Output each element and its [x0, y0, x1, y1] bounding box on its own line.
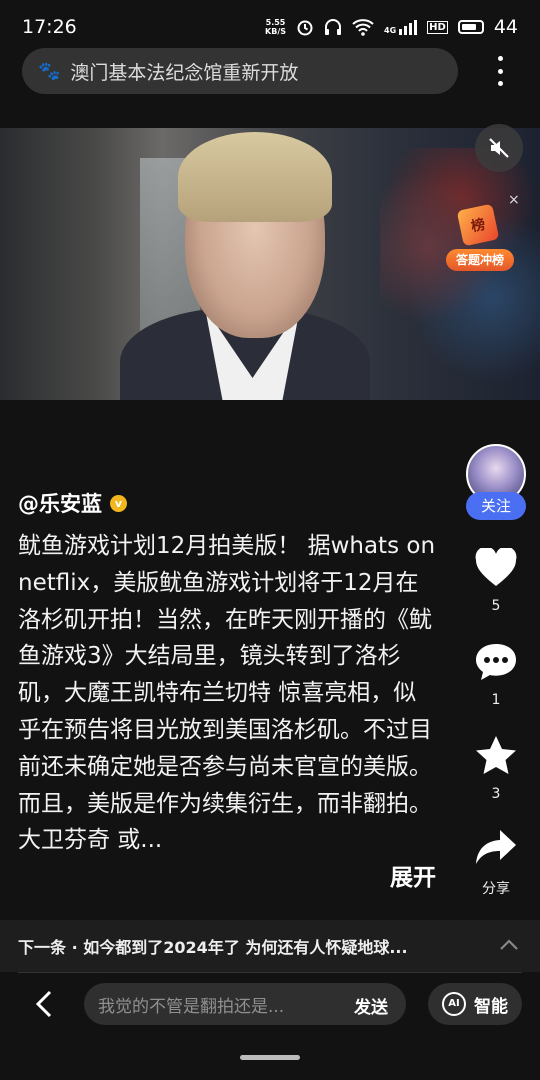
cellular-signal-icon: 4G [384, 19, 418, 35]
follow-button[interactable]: 关注 [466, 492, 526, 520]
divider [18, 972, 522, 973]
alarm-icon [297, 20, 313, 36]
author-name-row[interactable]: @乐安蓝 v [18, 488, 127, 518]
post-body: 鱿鱼游戏计划12月拍美版！ 据whats on netflix，美版鱿鱼游戏计划… [18, 533, 436, 854]
search-bar[interactable]: 🐾 澳门基本法纪念馆重新开放 [22, 48, 458, 94]
back-arrow-icon[interactable] [32, 990, 56, 1018]
quiz-badge-label: 答题冲榜 [446, 249, 514, 271]
like-count: 5 [491, 598, 501, 614]
status-time: 17:26 [22, 16, 77, 38]
star-icon [476, 736, 516, 774]
heart-icon [475, 546, 517, 586]
home-indicator[interactable] [240, 1055, 300, 1060]
like-button[interactable]: 5 [466, 546, 526, 614]
more-options-button[interactable] [490, 56, 510, 86]
more-dot [497, 81, 503, 86]
author-name[interactable]: @乐安蓝 [18, 488, 102, 518]
status-icons: 5.55 KB/S 4G HD 44 [265, 16, 518, 38]
expand-link[interactable]: 展开 [380, 858, 436, 892]
speaker-muted-icon [489, 138, 509, 158]
battery-icon [457, 20, 484, 34]
quiz-ranking-badge[interactable]: 榜 答题冲榜 [446, 203, 516, 273]
share-label: 分享 [482, 881, 510, 897]
wifi-icon [352, 19, 374, 36]
status-bar: 17:26 5.55 KB/S 4G HD 44 [0, 0, 540, 54]
battery-level: 44 [493, 16, 518, 38]
verified-badge-icon: v [110, 494, 127, 512]
hd-indicator: HD [427, 20, 448, 34]
chevron-up-icon[interactable] [498, 934, 520, 956]
comment-count: 1 [491, 692, 501, 708]
ai-assistant-button[interactable]: AI 智能 [428, 983, 522, 1025]
quiz-badge-close-icon[interactable]: × [508, 192, 520, 208]
search-query: 澳门基本法纪念馆重新开放 [70, 61, 299, 84]
mute-button[interactable] [475, 124, 523, 172]
more-dot [497, 56, 503, 61]
favorite-count: 3 [491, 786, 501, 802]
headphones-icon [325, 19, 341, 35]
video-subject-hair [178, 132, 332, 222]
comment-bubble-icon [476, 644, 516, 680]
send-button[interactable]: 发送 [354, 993, 388, 1018]
comment-button[interactable]: 1 [466, 642, 526, 708]
network-speed: 5.55 KB/S [265, 18, 286, 36]
next-item-text: 下一条 · 如今都到了2024年了 为何还有人怀疑地球... [18, 938, 408, 957]
share-button[interactable]: 分享 [466, 828, 526, 898]
video-background-graffiti [380, 148, 540, 398]
share-arrow-icon [476, 830, 516, 864]
comment-placeholder: 我觉的不管是翻拍还是... [98, 996, 285, 1017]
baidu-paw-icon: 🐾 [38, 60, 61, 82]
favorite-button[interactable]: 3 [466, 734, 526, 802]
next-item-bar[interactable]: 下一条 · 如今都到了2024年了 为何还有人怀疑地球... [0, 920, 540, 972]
ai-label: 智能 [474, 996, 508, 1017]
ai-icon: AI [442, 992, 466, 1016]
comment-input[interactable]: 我觉的不管是翻拍还是... 发送 [84, 983, 406, 1025]
ranking-flag-icon: 榜 [456, 203, 500, 247]
more-dot [497, 68, 503, 74]
